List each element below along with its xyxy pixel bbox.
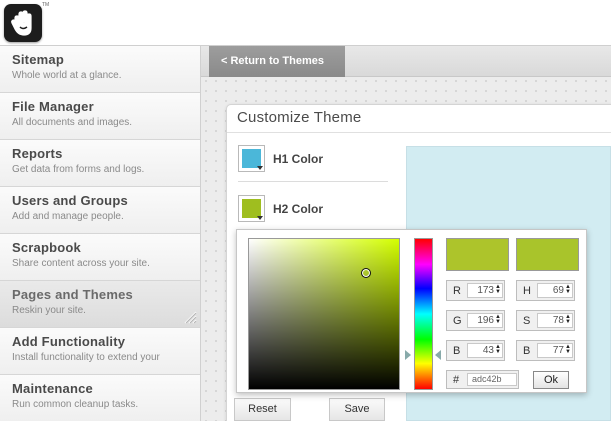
sidebar-item-desc: All documents and images. [12,117,133,128]
sidebar-item-title: Maintenance [12,381,93,396]
spinner-icon[interactable]: ▲ ▼ [565,344,571,355]
sidebar-item-pages-themes[interactable]: Pages and Themes Reskin your site. [0,281,200,328]
trademark-mark: TM [42,2,50,8]
sidebar-item-title: Scrapbook [12,240,81,255]
sidebar-item-file-manager[interactable]: File Manager All documents and images. [0,93,200,140]
content-toolbar: < Return to Themes [201,46,611,77]
red-field: R 173 ▲ ▼ [446,280,505,301]
blue-field: B 43 ▲ ▼ [446,340,505,361]
h2-color-swatch[interactable] [238,195,265,222]
hue-field: H 69 ▲ ▼ [516,280,575,301]
sidebar-item-scrapbook[interactable]: Scrapbook Share content across your site… [0,234,200,281]
sidebar-item-desc: Run common cleanup tasks. [12,399,139,410]
blue-label: B [453,345,461,357]
hex-field: # adc42b [446,370,519,389]
hue-slider-arrow-left[interactable] [405,350,411,360]
sidebar-item-desc: Add and manage people. [12,211,124,222]
dashboard-sidebar: Sitemap Whole world at a glance. File Ma… [0,46,201,421]
h1-color-swatch[interactable] [238,145,265,172]
resize-grip-icon [184,311,197,324]
panel-title: Customize Theme [237,109,362,126]
divider [238,181,388,182]
green-label: G [453,315,462,327]
saturation-field: S 78 ▲ ▼ [516,310,575,331]
spinner-icon[interactable]: ▲ ▼ [495,344,501,355]
hue-slider-arrow-right[interactable] [435,350,441,360]
spinner-icon[interactable]: ▲ ▼ [495,284,501,295]
return-to-themes-button[interactable]: < Return to Themes [209,46,345,77]
concrete5-logo[interactable] [4,4,42,42]
saturation-label: S [523,315,531,327]
reset-button[interactable]: Reset [234,398,291,421]
sidebar-item-desc: Whole world at a glance. [12,70,122,81]
h2-color-label: H2 Color [273,201,324,216]
sidebar-item-title: Pages and Themes [12,287,133,302]
ok-button[interactable]: Ok [533,371,569,389]
sidebar-item-maintenance[interactable]: Maintenance Run common cleanup tasks. [0,375,200,421]
sidebar-item-title: Users and Groups [12,193,128,208]
h1-color-label: H1 Color [273,151,324,166]
sidebar-item-title: File Manager [12,99,94,114]
current-color-preview[interactable] [516,238,579,271]
hue-slider[interactable] [414,238,433,390]
dropdown-triangle-icon [257,216,263,220]
sidebar-item-desc: Get data from forms and logs. [12,164,145,175]
divider [227,132,611,133]
sidebar-item-desc: Share content across your site. [12,258,150,269]
sidebar-item-title: Reports [12,146,63,161]
top-bar: TM [0,0,611,46]
h2-color-row: H2 Color [238,195,323,222]
sidebar-item-title: Sitemap [12,52,64,67]
brightness-field: B 77 ▲ ▼ [516,340,575,361]
sidebar-item-desc: Install functionality to extend your [12,352,160,363]
green-field: G 196 ▲ ▼ [446,310,505,331]
sidebar-item-sitemap[interactable]: Sitemap Whole world at a glance. [0,46,200,93]
sidebar-item-users-groups[interactable]: Users and Groups Add and manage people. [0,187,200,234]
saturation-brightness-field[interactable] [248,238,400,390]
spinner-icon[interactable]: ▲ ▼ [495,314,501,325]
hue-label: H [523,285,531,297]
h1-color-row: H1 Color [238,145,323,172]
hex-label: # [453,374,460,386]
sidebar-item-title: Add Functionality [12,334,126,349]
new-color-preview [446,238,509,271]
spinner-icon[interactable]: ▲ ▼ [565,284,571,295]
hex-input[interactable]: adc42b [467,373,517,386]
sidebar-item-add-functionality[interactable]: Add Functionality Install functionality … [0,328,200,375]
save-button[interactable]: Save [329,398,385,421]
sidebar-item-reports[interactable]: Reports Get data from forms and logs. [0,140,200,187]
red-label: R [453,285,461,297]
spinner-icon[interactable]: ▲ ▼ [565,314,571,325]
hand-icon [11,10,32,36]
brightness-label: B [523,345,531,357]
sidebar-item-desc: Reskin your site. [12,305,86,316]
color-picker: R 173 ▲ ▼ H 69 ▲ ▼ G 196 ▲ ▼ S 78 ▲ ▼ B 43 ▲… [236,229,587,393]
dropdown-triangle-icon [257,166,263,170]
color-selector-marker[interactable] [361,268,371,278]
